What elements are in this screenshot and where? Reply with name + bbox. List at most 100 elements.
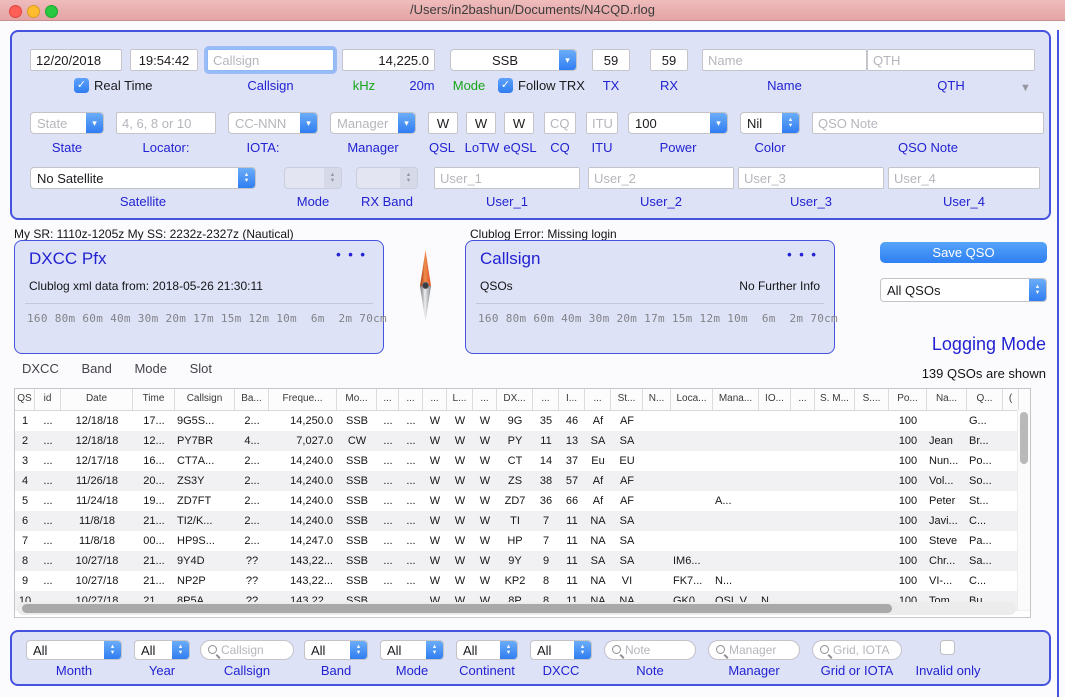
dxcc-panel-menu-dots[interactable]: • • •: [336, 247, 367, 262]
name-field[interactable]: [702, 49, 867, 71]
column-header[interactable]: I...: [559, 389, 585, 410]
tab-band[interactable]: Band: [81, 361, 111, 376]
locator-field[interactable]: [116, 112, 216, 134]
column-header[interactable]: Callsign: [175, 389, 235, 410]
column-header[interactable]: ...: [399, 389, 423, 410]
satellite-dropdown[interactable]: No Satellite ▴▾: [30, 167, 256, 189]
save-qso-button[interactable]: Save QSO: [880, 242, 1047, 263]
tx-rst-field[interactable]: [592, 49, 630, 71]
column-header[interactable]: Mo...: [337, 389, 377, 410]
qsl-field[interactable]: [428, 112, 458, 134]
column-header[interactable]: ...: [377, 389, 399, 410]
user4-field[interactable]: [888, 167, 1040, 189]
user3-field[interactable]: [738, 167, 884, 189]
real-time-checkbox[interactable]: ✓: [74, 78, 89, 93]
iota-dropdown[interactable]: CC-NNN ▾: [228, 112, 318, 134]
table-cell: 11/24/18: [61, 491, 133, 511]
table-row[interactable]: 5...11/24/1819...ZD7FT2...14,240.0SSB...…: [15, 491, 1030, 511]
vertical-scrollbar-thumb[interactable]: [1020, 412, 1028, 464]
table-cell: [791, 451, 815, 471]
column-header[interactable]: N...: [643, 389, 671, 410]
itu-zone-field[interactable]: [586, 112, 618, 134]
disclosure-triangle-icon[interactable]: ▼: [1020, 82, 1031, 94]
tab-slot[interactable]: Slot: [190, 361, 212, 376]
eqsl-field[interactable]: [504, 112, 534, 134]
callsign-filter-search[interactable]: [200, 640, 294, 660]
band-filter-dropdown[interactable]: All ▴▾: [304, 640, 368, 660]
column-header[interactable]: ...: [585, 389, 611, 410]
callsign-filter-input[interactable]: [221, 641, 289, 659]
state-dropdown[interactable]: State ▾: [30, 112, 104, 134]
note-filter-search[interactable]: [604, 640, 696, 660]
grid-iota-filter-search[interactable]: [812, 640, 902, 660]
vertical-scrollbar[interactable]: [1017, 410, 1030, 610]
cq-zone-field[interactable]: [544, 112, 576, 134]
table-row[interactable]: 8...10/27/1821...9Y4D??143,22...SSB.....…: [15, 551, 1030, 571]
qth-field[interactable]: [867, 49, 1035, 71]
date-field[interactable]: [30, 49, 122, 71]
year-filter-dropdown[interactable]: All ▴▾: [134, 640, 190, 660]
column-header[interactable]: ...: [473, 389, 497, 410]
tab-dxcc[interactable]: DXCC: [22, 361, 59, 376]
table-row[interactable]: 2...12/18/1812...PY7BR4...7,027.0CW.....…: [15, 431, 1030, 451]
tab-mode[interactable]: Mode: [134, 361, 167, 376]
column-header[interactable]: (: [1003, 389, 1019, 410]
column-header[interactable]: St...: [611, 389, 643, 410]
column-header[interactable]: Na...: [927, 389, 967, 410]
column-header[interactable]: id: [35, 389, 61, 410]
power-dropdown[interactable]: 100 ▾: [628, 112, 728, 134]
column-header[interactable]: DX...: [497, 389, 533, 410]
user2-field[interactable]: [588, 167, 734, 189]
rx-rst-field[interactable]: [650, 49, 688, 71]
manager-filter-input[interactable]: [729, 641, 795, 659]
continent-filter-dropdown[interactable]: All ▴▾: [456, 640, 518, 660]
user1-field[interactable]: [434, 167, 580, 189]
dxcc-filter-dropdown[interactable]: All ▴▾: [530, 640, 592, 660]
sat-mode-stepper[interactable]: ▴▾: [284, 167, 342, 189]
column-header[interactable]: ...: [423, 389, 447, 410]
table-row[interactable]: 4...11/26/1820...ZS3Y2...14,240.0SSB....…: [15, 471, 1030, 491]
table-row[interactable]: 3...12/17/1816...CT7A...2...14,240.0SSB.…: [15, 451, 1030, 471]
table-row[interactable]: 9...10/27/1821...NP2P??143,22...SSB.....…: [15, 571, 1030, 591]
column-header[interactable]: S. M...: [815, 389, 855, 410]
follow-trx-checkbox[interactable]: ✓: [498, 78, 513, 93]
table-row[interactable]: 6...11/8/1821...TI2/K...2...14,240.0SSB.…: [15, 511, 1030, 531]
qso-filter-dropdown[interactable]: All QSOs ▴▾: [880, 278, 1047, 302]
column-header[interactable]: S....: [855, 389, 889, 410]
column-header[interactable]: Freque...: [269, 389, 337, 410]
callsign-input[interactable]: [207, 49, 334, 71]
table-row[interactable]: 1...12/18/1817...9G5S...2...14,250.0SSB.…: [15, 411, 1030, 431]
column-header[interactable]: ...: [791, 389, 815, 410]
horizontal-scrollbar-thumb[interactable]: [22, 604, 892, 613]
color-stepper[interactable]: Nil ▴▾: [740, 112, 800, 134]
invalid-only-checkbox[interactable]: [940, 640, 955, 655]
column-header[interactable]: Date: [61, 389, 133, 410]
frequency-field[interactable]: [342, 49, 435, 71]
manager-filter-search[interactable]: [708, 640, 800, 660]
rx-band-stepper[interactable]: ▴▾: [356, 167, 418, 189]
column-header[interactable]: Po...: [889, 389, 927, 410]
column-header[interactable]: Mana...: [713, 389, 759, 410]
column-header[interactable]: Loca...: [671, 389, 713, 410]
column-header[interactable]: Time: [133, 389, 175, 410]
callsign-panel-menu-dots[interactable]: • • •: [787, 247, 818, 262]
manager-dropdown[interactable]: Manager ▾: [330, 112, 416, 134]
table-row[interactable]: 7...11/8/1800...HP9S...2...14,247.0SSB..…: [15, 531, 1030, 551]
column-header[interactable]: Ba...: [235, 389, 269, 410]
grid-iota-filter-input[interactable]: [833, 641, 897, 659]
mode-dropdown[interactable]: SSB ▾: [450, 49, 577, 71]
user1-label: User_1: [434, 194, 580, 209]
qso-note-field[interactable]: [812, 112, 1044, 134]
mode-filter-dropdown[interactable]: All ▴▾: [380, 640, 444, 660]
time-field[interactable]: [130, 49, 198, 71]
table-cell: 100: [889, 531, 927, 551]
month-filter-dropdown[interactable]: All ▴▾: [26, 640, 122, 660]
column-header[interactable]: IO...: [759, 389, 791, 410]
note-filter-input[interactable]: [625, 641, 691, 659]
column-header[interactable]: QS: [15, 389, 35, 410]
horizontal-scrollbar[interactable]: [17, 602, 1016, 615]
column-header[interactable]: Q...: [967, 389, 1003, 410]
column-header[interactable]: ...: [533, 389, 559, 410]
lotw-field[interactable]: [466, 112, 496, 134]
column-header[interactable]: L...: [447, 389, 473, 410]
